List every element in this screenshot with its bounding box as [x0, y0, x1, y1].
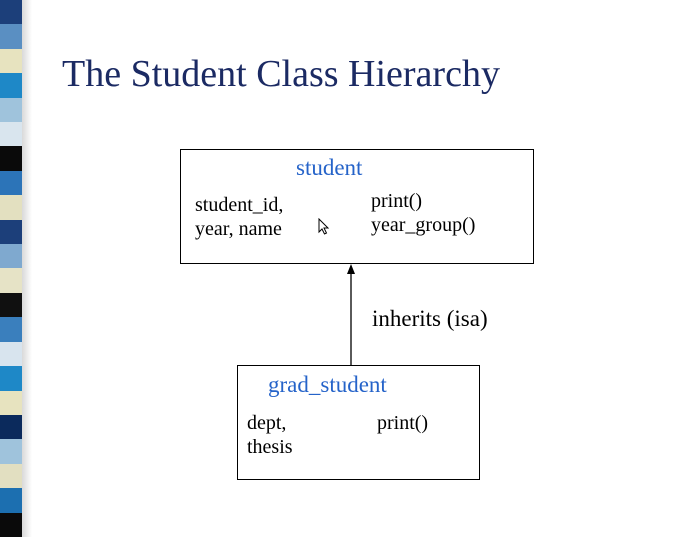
inheritance-arrowhead	[347, 264, 355, 274]
inheritance-label: inherits (isa)	[372, 306, 488, 331]
inheritance-arrow	[347, 264, 355, 365]
mouse-pointer-icon	[318, 218, 330, 235]
